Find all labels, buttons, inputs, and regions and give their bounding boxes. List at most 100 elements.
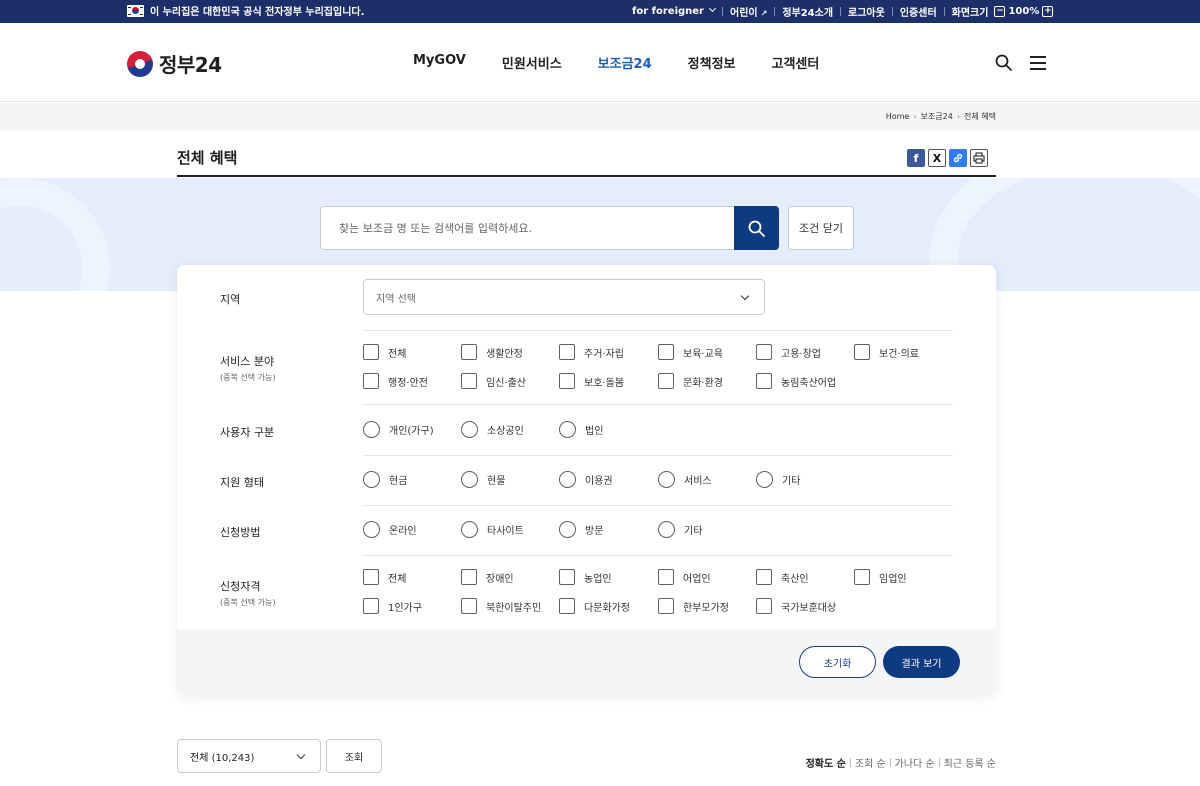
service-option-health[interactable]: 보건·의료 (854, 344, 919, 360)
eligibility-option-all[interactable]: 전체 (363, 569, 406, 585)
radio[interactable] (363, 521, 380, 538)
checkbox[interactable] (658, 373, 674, 389)
eligibility-option-single-parent[interactable]: 한부모가정 (658, 598, 729, 614)
service-option-living[interactable]: 생활안정 (461, 344, 523, 360)
checkbox[interactable] (559, 344, 575, 360)
zoom-in-button[interactable]: + (1042, 6, 1054, 17)
logout-link[interactable]: 로그아웃 (848, 4, 885, 19)
checkbox[interactable] (461, 569, 477, 585)
support-type-service[interactable]: 서비스 (658, 471, 712, 488)
copy-link-icon[interactable] (949, 149, 967, 167)
radio[interactable] (363, 421, 380, 438)
cert-center-link[interactable]: 인증센터 (900, 4, 937, 19)
x-share-icon[interactable]: X (928, 149, 946, 167)
service-option-safety[interactable]: 행정·안전 (363, 373, 428, 389)
eligibility-option-single[interactable]: 1인가구 (363, 598, 422, 614)
eligibility-option-fisher[interactable]: 어업인 (658, 569, 711, 585)
search-button[interactable] (734, 206, 779, 250)
facebook-share-icon[interactable]: f (907, 149, 925, 167)
checkbox[interactable] (363, 344, 379, 360)
service-option-all[interactable]: 전체 (363, 344, 406, 360)
radio[interactable] (363, 471, 380, 488)
kids-link[interactable]: 어린이 ↗ (730, 4, 767, 19)
eligibility-option-livestock[interactable]: 축산인 (756, 569, 809, 585)
apply-method-visit[interactable]: 방문 (559, 521, 603, 538)
user-type-small-business[interactable]: 소상공인 (461, 421, 524, 438)
support-type-voucher[interactable]: 이용권 (559, 471, 613, 488)
eligibility-option-multicultural[interactable]: 다문화가정 (559, 598, 630, 614)
eligibility-option-farmer[interactable]: 농업인 (559, 569, 612, 585)
checkbox[interactable] (559, 569, 575, 585)
service-option-employment[interactable]: 고용·창업 (756, 344, 821, 360)
total-count-select[interactable]: 전체 (10,243) (177, 739, 321, 773)
radio[interactable] (559, 471, 576, 488)
view-button[interactable]: 조회 (326, 739, 382, 773)
checkbox[interactable] (756, 569, 772, 585)
service-option-pregnancy[interactable]: 임신·출산 (461, 373, 526, 389)
radio[interactable] (658, 471, 675, 488)
user-type-corporation[interactable]: 법인 (559, 421, 603, 438)
checkbox[interactable] (756, 344, 772, 360)
user-type-individual[interactable]: 개인(가구) (363, 421, 434, 438)
checkbox[interactable] (461, 373, 477, 389)
breadcrumb-home[interactable]: Home (886, 112, 910, 121)
eligibility-option-defector[interactable]: 북한이탈주민 (461, 598, 541, 614)
sort-alphabetical[interactable]: 가나다 순 (895, 755, 935, 770)
nav-subsidy24[interactable]: 보조금24 (598, 53, 652, 72)
site-logo[interactable]: 정부24 (127, 49, 222, 78)
sort-accuracy[interactable]: 정확도 순 (806, 755, 846, 770)
checkbox[interactable] (658, 598, 674, 614)
checkbox[interactable] (559, 598, 575, 614)
reset-button[interactable]: 초기화 (799, 646, 876, 678)
service-option-agriculture[interactable]: 농림축산어업 (756, 373, 836, 389)
radio[interactable] (756, 471, 773, 488)
nav-mygov[interactable]: MyGOV (413, 53, 466, 72)
checkbox[interactable] (363, 373, 379, 389)
radio[interactable] (559, 521, 576, 538)
nav-policy-info[interactable]: 정책정보 (688, 53, 736, 72)
checkbox[interactable] (559, 373, 575, 389)
intro-link[interactable]: 정부24소개 (782, 4, 833, 19)
checkbox[interactable] (658, 344, 674, 360)
service-option-care[interactable]: 보호·돌봄 (559, 373, 624, 389)
nav-civil-service[interactable]: 민원서비스 (502, 53, 562, 72)
apply-method-online[interactable]: 온라인 (363, 521, 417, 538)
checkbox[interactable] (854, 569, 870, 585)
apply-method-other-site[interactable]: 타사이트 (461, 521, 524, 538)
support-type-cash[interactable]: 현금 (363, 471, 407, 488)
service-option-housing[interactable]: 주거·자립 (559, 344, 624, 360)
checkbox[interactable] (756, 598, 772, 614)
service-option-childcare[interactable]: 보육·교육 (658, 344, 723, 360)
eligibility-option-forestry[interactable]: 임업인 (854, 569, 907, 585)
print-icon[interactable] (970, 149, 988, 167)
eligibility-option-disabled[interactable]: 장애인 (461, 569, 514, 585)
radio[interactable] (559, 421, 576, 438)
radio[interactable] (461, 471, 478, 488)
radio[interactable] (658, 521, 675, 538)
sort-views[interactable]: 조회 순 (855, 755, 886, 770)
subsidy-search-input[interactable]: 찾는 보조금 명 또는 검색어를 입력하세요. (320, 206, 734, 250)
breadcrumb-subsidy[interactable]: 보조금24 (921, 111, 953, 122)
eligibility-option-veteran[interactable]: 국가보훈대상 (756, 598, 836, 614)
radio[interactable] (461, 521, 478, 538)
region-select[interactable]: 지역 선택 (363, 279, 765, 315)
checkbox[interactable] (363, 569, 379, 585)
search-icon[interactable] (995, 54, 1012, 71)
checkbox[interactable] (363, 598, 379, 614)
checkbox[interactable] (461, 598, 477, 614)
sort-recent[interactable]: 최근 등록 순 (944, 755, 996, 770)
checkbox[interactable] (756, 373, 772, 389)
checkbox[interactable] (658, 569, 674, 585)
zoom-out-button[interactable]: − (994, 6, 1006, 17)
service-option-culture[interactable]: 문화·환경 (658, 373, 723, 389)
nav-customer-center[interactable]: 고객센터 (772, 53, 820, 72)
checkbox[interactable] (854, 344, 870, 360)
support-type-goods[interactable]: 현물 (461, 471, 505, 488)
close-conditions-button[interactable]: 조건 닫기 (788, 206, 854, 250)
for-foreigner-link[interactable]: for foreigner (632, 4, 717, 17)
hamburger-menu-icon[interactable] (1030, 56, 1046, 70)
radio[interactable] (461, 421, 478, 438)
show-results-button[interactable]: 결과 보기 (883, 646, 960, 678)
checkbox[interactable] (461, 344, 477, 360)
apply-method-other[interactable]: 기타 (658, 521, 702, 538)
